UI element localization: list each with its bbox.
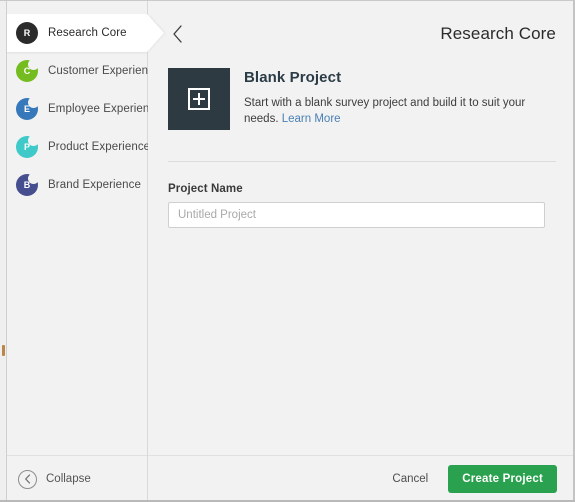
brand-experience-icon: B: [16, 173, 39, 196]
sidebar-item-customer-experience[interactable]: C Customer Experience: [0, 52, 160, 90]
blank-project-description: Start with a blank survey project and bu…: [244, 95, 544, 127]
sidebar-item-employee-experience[interactable]: E Employee Experience: [0, 90, 162, 128]
sidebar-item-label: Brand Experience: [48, 179, 142, 191]
collapse-sidebar-button[interactable]: Collapse: [0, 455, 147, 502]
sidebar-rail: [0, 0, 7, 502]
sidebar-item-label: Research Core: [48, 27, 127, 39]
employee-experience-icon: E: [16, 97, 39, 120]
panel-header: Research Core: [148, 0, 575, 68]
sidebar: R Research Core C Customer Experience E …: [0, 0, 162, 502]
blank-project-card: Blank Project Start with a blank survey …: [168, 68, 556, 130]
customer-experience-icon: C: [16, 59, 39, 82]
project-name-label: Project Name: [168, 183, 243, 195]
sidebar-item-product-experience[interactable]: P Product Experience: [0, 128, 151, 166]
sidebar-item-research-core[interactable]: R Research Core: [0, 14, 147, 52]
blank-project-text: Blank Project Start with a blank survey …: [244, 68, 556, 127]
collapse-label: Collapse: [46, 473, 91, 485]
research-core-icon: R: [16, 22, 38, 44]
product-experience-icon-letter: P: [23, 141, 30, 152]
research-core-icon-letter: R: [23, 27, 31, 38]
page-title: Research Core: [440, 24, 556, 43]
content-panel: Research Core Blank Project Start with a…: [148, 0, 575, 502]
employee-experience-icon-letter: E: [23, 103, 30, 114]
sidebar-item-brand-experience[interactable]: B Brand Experience: [0, 166, 147, 204]
sidebar-item-label: Customer Experience: [48, 65, 161, 77]
plus-square-icon[interactable]: [168, 68, 230, 130]
window-edge-top: [0, 0, 575, 1]
blank-project-title: Blank Project: [244, 69, 342, 86]
back-button[interactable]: [164, 21, 190, 47]
new-project-dialog: R Research Core C Customer Experience E …: [0, 0, 575, 502]
create-project-button[interactable]: Create Project: [448, 465, 557, 493]
product-experience-icon: P: [16, 135, 39, 158]
sidebar-item-label: Employee Experience: [48, 103, 162, 115]
sidebar-top-spacer: [0, 0, 147, 14]
sidebar-item-label: Product Experience: [48, 141, 151, 153]
brand-experience-icon-letter: B: [23, 179, 31, 190]
project-name-form: Project Name: [168, 162, 556, 228]
customer-experience-icon-letter: C: [23, 65, 31, 76]
sidebar-rail-marker: [2, 345, 5, 356]
plus-glyph: [188, 88, 210, 110]
panel-body: Blank Project Start with a blank survey …: [148, 68, 575, 455]
sidebar-nav-list: R Research Core C Customer Experience E …: [0, 14, 162, 455]
learn-more-link[interactable]: Learn More: [282, 113, 341, 125]
chevron-left-circle-icon: [18, 469, 37, 489]
cancel-button[interactable]: Cancel: [382, 467, 438, 491]
project-name-input[interactable]: [168, 202, 545, 228]
panel-footer: Cancel Create Project: [148, 455, 575, 502]
